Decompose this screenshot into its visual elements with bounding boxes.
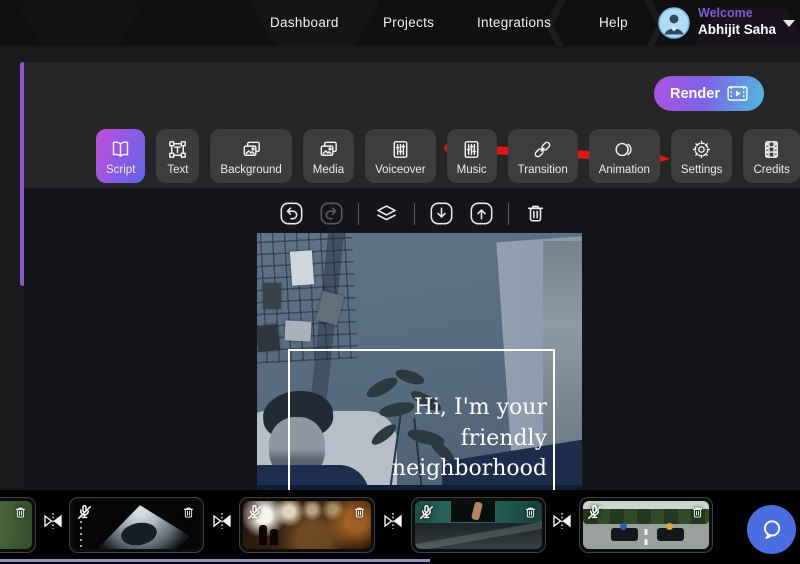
timeline-scroll-indicator[interactable] [0, 559, 430, 562]
delete-clip-icon[interactable] [12, 504, 29, 521]
delete-clip-icon[interactable] [180, 504, 197, 521]
image-stack-icon [320, 141, 337, 156]
mute-icon[interactable] [246, 504, 263, 521]
toolbar-tab-media[interactable]: Media [302, 129, 355, 183]
chat-button[interactable] [747, 505, 796, 554]
equalizer-icon [464, 140, 479, 158]
mute-icon[interactable] [76, 504, 93, 521]
preview-pinned-photo [257, 323, 281, 353]
caption-text[interactable]: Hi, I'm your friendly neighborhood [392, 393, 547, 485]
toolbar-tab-label: Credits [753, 163, 790, 176]
welcome-label: Welcome [698, 6, 753, 20]
download-button[interactable] [428, 200, 455, 227]
nav-item-help[interactable]: Help [599, 15, 628, 30]
nav-item-dashboard[interactable]: Dashboard [270, 15, 339, 30]
mute-icon[interactable] [418, 504, 435, 521]
toolbar-tab-label: Transition [517, 163, 568, 176]
toolbar-tab-settings[interactable]: Settings [670, 129, 733, 183]
editor-header-panel: Render Script Text Background Media Voic… [24, 62, 800, 188]
text-frame-icon [169, 140, 187, 158]
mute-icon[interactable] [586, 504, 603, 521]
editor-toolbar: Script Text Background Media Voiceover M… [96, 129, 800, 183]
timeline-clip-tunnel[interactable] [239, 497, 375, 553]
toolbar-tab-label: Media [312, 163, 345, 176]
divider [508, 202, 509, 225]
toolbar-tab-script[interactable]: Script [96, 129, 146, 183]
image-stack-icon [243, 141, 260, 156]
toolbar-tab-background[interactable]: Background [210, 129, 292, 183]
chain-link-icon [534, 141, 551, 157]
nav-item-projects[interactable]: Projects [383, 15, 434, 30]
transition-marker-icon[interactable] [211, 507, 233, 535]
divider [358, 202, 359, 225]
delete-clip-icon[interactable] [351, 504, 368, 521]
equalizer-icon [393, 140, 408, 158]
nav-item-integrations[interactable]: Integrations [477, 15, 551, 30]
gear-icon [693, 140, 711, 158]
upload-button[interactable] [468, 200, 495, 227]
caption-line: friendly [460, 425, 547, 451]
render-button[interactable]: Render [654, 76, 764, 111]
overlap-circles-icon [615, 142, 632, 156]
video-preview[interactable]: Hi, I'm your friendly neighborhood [257, 233, 582, 490]
preview-pinned-photo [289, 250, 315, 286]
timeline-clip-truck[interactable] [411, 497, 546, 553]
canvas-controls [278, 200, 549, 227]
divider [414, 202, 415, 225]
chat-bubble-icon [764, 520, 781, 540]
toolbar-tab-label: Background [220, 163, 282, 176]
toolbar-tab-label: Text [167, 163, 189, 176]
delete-clip-icon[interactable] [522, 504, 539, 521]
toolbar-tab-credits[interactable]: Credits [743, 129, 800, 183]
toolbar-tab-voiceover[interactable]: Voiceover [365, 129, 436, 183]
book-icon [112, 140, 129, 157]
preview-pinned-photo [284, 320, 312, 342]
toolbar-tab-label: Animation [598, 163, 650, 176]
timeline-clip-forest[interactable] [0, 497, 36, 553]
delete-button[interactable] [522, 200, 549, 227]
toolbar-tab-animation[interactable]: Animation [588, 129, 660, 183]
delete-clip-icon[interactable] [689, 504, 706, 521]
layers-button[interactable] [372, 200, 401, 227]
toolbar-tab-text[interactable]: Text [156, 129, 200, 183]
app-window: Dashboard Projects Integrations Help Wel… [0, 0, 800, 564]
timeline-clip-gokart[interactable] [579, 497, 713, 553]
top-nav-bar: Dashboard Projects Integrations Help Wel… [0, 0, 800, 46]
toolbar-tab-label: Music [456, 163, 487, 176]
toolbar-tab-label: Voiceover [375, 163, 426, 176]
film-strip-icon [765, 140, 779, 158]
redo-button[interactable] [318, 200, 345, 227]
toolbar-tab-label: Settings [680, 163, 723, 176]
preview-pinned-photo [263, 283, 281, 309]
transition-marker-icon[interactable] [42, 507, 64, 535]
caption-line: neighborhood [391, 456, 547, 481]
timeline [0, 490, 800, 564]
avatar[interactable] [658, 7, 690, 39]
timeline-clip-ultrasound[interactable] [69, 497, 204, 553]
chevron-down-icon[interactable] [783, 20, 795, 27]
toolbar-tab-transition[interactable]: Transition [507, 129, 578, 183]
hexagon-decor [20, 0, 140, 46]
undo-button[interactable] [278, 200, 305, 227]
toolbar-tab-music[interactable]: Music [446, 129, 497, 183]
render-button-label: Render [670, 85, 720, 102]
transition-marker-icon[interactable] [382, 507, 404, 535]
film-play-icon [727, 86, 748, 101]
transition-marker-icon[interactable] [551, 507, 573, 535]
canvas-area: Hi, I'm your friendly neighborhood [24, 188, 800, 490]
username-label: Abhijit Saha [698, 22, 777, 37]
caption-line: Hi, I'm your [413, 395, 547, 420]
toolbar-tab-label: Script [106, 163, 136, 176]
